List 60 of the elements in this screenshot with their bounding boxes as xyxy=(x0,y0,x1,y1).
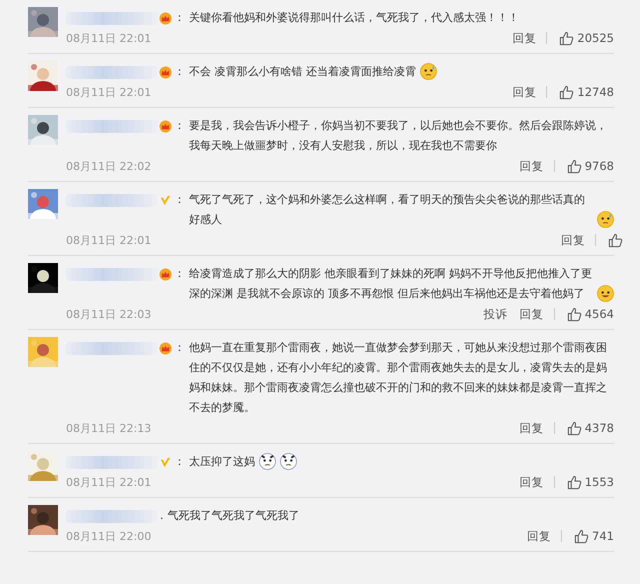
crown-icon xyxy=(159,66,172,79)
comment-text: 关键你看他妈和外婆说得那叫什么话，气死我了，代入感太强！！！ xyxy=(189,10,519,26)
emoji-icon xyxy=(597,285,614,302)
thumbs-up-icon[interactable] xyxy=(566,306,582,322)
crown-icon xyxy=(159,342,172,355)
comment-time: 08月11日 22:01 xyxy=(66,232,152,248)
separator: ： xyxy=(174,192,185,208)
thumbs-up-icon[interactable] xyxy=(608,232,623,248)
panda-emoji-icon xyxy=(259,453,276,470)
thumbs-up-icon[interactable] xyxy=(566,474,582,490)
like-count: 741 xyxy=(592,529,614,543)
comment-time: 08月11日 22:01 xyxy=(66,30,152,46)
thumbs-up-icon[interactable] xyxy=(566,420,582,436)
like-count: 1553 xyxy=(584,475,614,489)
crown-icon xyxy=(159,12,172,25)
check-icon xyxy=(159,456,172,469)
crown-icon xyxy=(159,268,172,281)
thumbs-up-icon[interactable] xyxy=(566,158,582,174)
emoji-icon xyxy=(420,63,437,80)
action-link[interactable]: 回复 xyxy=(520,420,544,436)
comment-time: 08月11日 22:03 xyxy=(66,306,152,322)
like-count: 9768 xyxy=(584,159,614,173)
like-count: 4564 xyxy=(584,307,614,321)
comment-time: 08月11日 22:01 xyxy=(66,474,152,490)
check-icon xyxy=(159,194,172,207)
action-link[interactable]: 回复 xyxy=(520,158,544,174)
thumbs-up-icon[interactable] xyxy=(559,30,574,46)
comment-text: 气死我了气死我了气死我了 xyxy=(168,508,300,524)
action-link[interactable]: 回复 xyxy=(527,528,552,544)
like-count: 20525 xyxy=(577,31,614,45)
comment-text: 他妈一直在重复那个雷雨夜，她说一直做梦会梦到那天，可她从来没想过那个雷雨夜困住的不仅仅是她，还有小小年纪的凌霄。那个雷雨夜她失去的是女儿，凌霄失去的是妈妈和妹妹。那个雷雨夜凌霄怎么撞也破不开的门和的救不回来的妹妹都是凌霄一直挥之不去的梦魇。 xyxy=(189,340,608,416)
emoji-icon xyxy=(597,211,614,228)
separator: ： xyxy=(174,64,185,80)
comment-text: 要是我，我会告诉小橙子，你妈当初不要我了，以后她也会不要你。然后会跟陈婷说，我每天晚上做噩梦时，没有人安慰我，所以，现在我也不需要你 xyxy=(189,118,608,154)
comment-text: 不会 凌霄那么小有啥错 还当着凌霄面推给凌霄 xyxy=(189,64,416,80)
comment-text: 气死了气死了，这个妈和外婆怎么这样啊，看了明天的预告尖尖爸说的那些话真的好感人 xyxy=(189,192,586,228)
thumbs-up-icon[interactable] xyxy=(559,84,574,100)
separator: ： xyxy=(174,454,185,470)
separator: ： xyxy=(174,340,185,356)
separator: . xyxy=(160,508,164,524)
like-count: 12748 xyxy=(577,85,614,99)
comment-text: 太压抑了这妈 xyxy=(189,454,255,470)
action-link[interactable]: 回复 xyxy=(520,474,544,490)
separator: ： xyxy=(174,118,185,134)
crown-icon xyxy=(159,120,172,133)
action-link[interactable]: 回复 xyxy=(561,232,585,248)
like-count: 4378 xyxy=(584,421,614,435)
action-link[interactable]: 投诉 xyxy=(484,306,508,322)
comment-time: 08月11日 22:13 xyxy=(66,420,152,436)
separator: ： xyxy=(174,266,185,282)
comment-time: 08月11日 22:00 xyxy=(66,528,152,544)
action-link[interactable]: 回复 xyxy=(520,306,544,322)
comment-time: 08月11日 22:01 xyxy=(66,84,152,100)
comment-text: 给凌霄造成了那么大的阴影 他亲眼看到了妹妹的死啊 妈妈不开导他反把他推入了更深的深渊 是我就不会原谅的 顶多不再怨恨 但后来他妈出车祸他还是去守着他妈了 xyxy=(189,266,593,302)
panda-emoji-icon xyxy=(280,453,297,470)
thumbs-up-icon[interactable] xyxy=(574,528,590,544)
separator: ： xyxy=(174,10,185,26)
action-link[interactable]: 回复 xyxy=(512,84,536,100)
comment-time: 08月11日 22:02 xyxy=(66,158,152,174)
action-link[interactable]: 回复 xyxy=(512,30,536,46)
